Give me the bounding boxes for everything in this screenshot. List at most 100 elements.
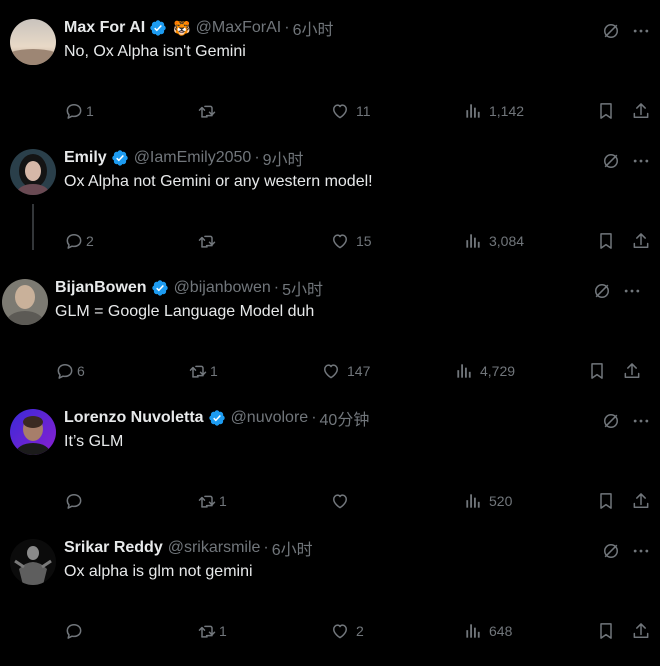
reply-button[interactable] bbox=[64, 488, 90, 514]
handle[interactable]: @nuvolore bbox=[231, 409, 309, 427]
like-button[interactable]: 147 bbox=[321, 358, 370, 384]
timestamp[interactable]: 5小时 bbox=[282, 276, 323, 300]
more-icon[interactable] bbox=[630, 150, 652, 172]
handle[interactable]: @bijanbowen bbox=[174, 279, 271, 297]
like-button[interactable]: 15 bbox=[330, 228, 372, 254]
tweet-header: Srikar Reddy @srikarsmile · 6小时 bbox=[64, 536, 313, 560]
display-name[interactable]: Emily bbox=[64, 149, 107, 167]
tweet-text: Ox Alpha not Gemini or any western model… bbox=[64, 173, 373, 190]
tweet-header: BijanBowen @bijanbowen · 5小时 bbox=[55, 276, 323, 300]
bookmark-icon bbox=[587, 361, 607, 381]
timestamp[interactable]: 40分钟 bbox=[320, 406, 370, 430]
display-name[interactable]: Max For AI bbox=[64, 19, 145, 37]
view-count: 4,729 bbox=[480, 363, 516, 379]
reply-button[interactable]: 6 bbox=[55, 358, 85, 384]
grok-icon[interactable] bbox=[600, 20, 622, 42]
views-button[interactable]: 1,142 bbox=[463, 98, 524, 124]
like-icon bbox=[330, 231, 350, 251]
grok-icon[interactable] bbox=[600, 150, 622, 172]
handle[interactable]: @MaxForAI bbox=[196, 19, 282, 37]
retweet-button[interactable] bbox=[197, 98, 223, 124]
tweet-text: GLM = Google Language Model duh bbox=[55, 303, 315, 320]
avatar[interactable] bbox=[10, 539, 56, 585]
tweet-header: Max For AI 🐯 @MaxForAI · 6小时 bbox=[64, 16, 333, 40]
tweet[interactable]: Emily @IamEmily2050 · 9小时 Ox Alpha not G… bbox=[0, 146, 660, 276]
reply-button[interactable] bbox=[64, 618, 90, 644]
avatar[interactable] bbox=[10, 19, 56, 65]
avatar[interactable] bbox=[2, 279, 48, 325]
views-button[interactable]: 3,084 bbox=[463, 228, 524, 254]
reply-button[interactable]: 2 bbox=[64, 228, 94, 254]
views-icon bbox=[463, 621, 483, 641]
more-icon[interactable] bbox=[630, 20, 652, 42]
reply-icon bbox=[64, 231, 84, 251]
share-button[interactable] bbox=[631, 228, 651, 254]
views-button[interactable]: 648 bbox=[463, 618, 512, 644]
bookmark-button[interactable] bbox=[596, 228, 616, 254]
retweet-button[interactable]: 1 bbox=[197, 618, 227, 644]
timestamp[interactable]: 9小时 bbox=[263, 146, 304, 170]
tweet-header: Emily @IamEmily2050 · 9小时 bbox=[64, 146, 304, 170]
more-icon[interactable] bbox=[630, 540, 652, 562]
tweet-text: No, Ox Alpha isn't Gemini bbox=[64, 43, 246, 60]
share-button[interactable] bbox=[631, 488, 651, 514]
share-button[interactable] bbox=[622, 358, 642, 384]
reply-button[interactable]: 1 bbox=[64, 98, 94, 124]
verified-badge-icon bbox=[149, 19, 167, 37]
reply-count: 1 bbox=[86, 103, 94, 119]
grok-icon[interactable] bbox=[600, 410, 622, 432]
like-count: 11 bbox=[356, 103, 371, 119]
avatar[interactable] bbox=[10, 409, 56, 455]
more-icon[interactable] bbox=[630, 410, 652, 432]
reply-icon bbox=[64, 101, 84, 121]
like-button[interactable] bbox=[330, 488, 356, 514]
like-button[interactable]: 11 bbox=[330, 98, 371, 124]
like-icon bbox=[321, 361, 341, 381]
retweet-icon bbox=[188, 361, 208, 381]
like-count: 147 bbox=[347, 363, 371, 379]
thread-connector bbox=[32, 204, 34, 250]
share-button[interactable] bbox=[631, 98, 651, 124]
bookmark-button[interactable] bbox=[596, 618, 616, 644]
share-button[interactable] bbox=[631, 618, 651, 644]
retweet-button[interactable]: 1 bbox=[188, 358, 218, 384]
timestamp[interactable]: 6小时 bbox=[272, 536, 313, 560]
handle[interactable]: @srikarsmile bbox=[168, 539, 261, 557]
grok-icon[interactable] bbox=[591, 280, 613, 302]
display-name[interactable]: BijanBowen bbox=[55, 279, 147, 297]
like-button[interactable]: 2 bbox=[330, 618, 364, 644]
avatar[interactable] bbox=[10, 149, 56, 195]
bookmark-button[interactable] bbox=[587, 358, 607, 384]
tweet[interactable]: Lorenzo Nuvoletta @nuvolore · 40分钟 It’s … bbox=[0, 406, 660, 536]
like-icon bbox=[330, 621, 350, 641]
retweet-icon bbox=[197, 101, 217, 121]
grok-icon[interactable] bbox=[600, 540, 622, 562]
retweet-count: 1 bbox=[210, 363, 218, 379]
retweet-icon bbox=[197, 491, 217, 511]
retweet-icon bbox=[197, 231, 217, 251]
verified-badge-icon bbox=[208, 409, 226, 427]
views-button[interactable]: 4,729 bbox=[454, 358, 515, 384]
views-button[interactable]: 520 bbox=[463, 488, 512, 514]
more-icon[interactable] bbox=[621, 280, 643, 302]
bookmark-button[interactable] bbox=[596, 98, 616, 124]
like-icon bbox=[330, 101, 350, 121]
bookmark-icon bbox=[596, 491, 616, 511]
retweet-button[interactable]: 1 bbox=[197, 488, 227, 514]
share-icon bbox=[631, 101, 651, 121]
retweet-button[interactable] bbox=[197, 228, 223, 254]
bookmark-button[interactable] bbox=[596, 488, 616, 514]
reply-count: 6 bbox=[77, 363, 85, 379]
tweet[interactable]: BijanBowen @bijanbowen · 5小时 GLM = Googl… bbox=[0, 276, 660, 406]
verified-badge-icon bbox=[151, 279, 169, 297]
share-icon bbox=[631, 231, 651, 251]
verified-badge-icon bbox=[111, 149, 129, 167]
display-name[interactable]: Lorenzo Nuvoletta bbox=[64, 409, 204, 427]
view-count: 3,084 bbox=[489, 233, 525, 249]
handle[interactable]: @IamEmily2050 bbox=[134, 149, 252, 167]
display-name[interactable]: Srikar Reddy bbox=[64, 539, 163, 557]
timestamp[interactable]: 6小时 bbox=[293, 16, 334, 40]
profile-emoji-icon: 🐯 bbox=[173, 19, 191, 36]
bookmark-icon bbox=[596, 621, 616, 641]
tweet[interactable]: Max For AI 🐯 @MaxForAI · 6小时 No, Ox Alph… bbox=[0, 16, 660, 146]
